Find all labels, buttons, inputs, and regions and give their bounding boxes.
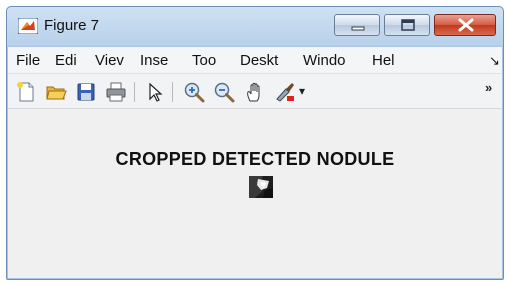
print-icon[interactable]: [105, 81, 127, 103]
toolbar: ▾ »: [8, 74, 502, 109]
menu-help[interactable]: Hel: [372, 52, 395, 69]
toolbar-separator: [134, 82, 135, 102]
menu-bar: File Edi Viev Inse Too Deskt Windo Hel ↘: [8, 47, 502, 74]
figure-canvas: CROPPED DETECTED NODULE: [8, 109, 502, 278]
open-file-icon[interactable]: [45, 81, 67, 103]
chevron-down-icon[interactable]: ▾: [299, 84, 305, 98]
minimize-icon: [351, 26, 365, 31]
menu-view[interactable]: Viev: [95, 52, 124, 69]
menu-insert[interactable]: Inse: [140, 52, 168, 69]
menu-overflow-icon[interactable]: ↘: [489, 53, 500, 69]
close-button[interactable]: [434, 14, 496, 36]
menu-window[interactable]: Windo: [303, 52, 346, 69]
nodule-image: [249, 176, 273, 198]
figure-window: Figure 7 File Edi Viev Inse Too Deskt Wi…: [6, 6, 504, 280]
menu-tools[interactable]: Too: [192, 52, 216, 69]
close-icon: [458, 18, 474, 32]
maximize-icon: [401, 19, 415, 31]
figure-title: CROPPED DETECTED NODULE: [115, 149, 395, 169]
menu-file[interactable]: File: [16, 52, 40, 69]
toolbar-overflow-icon[interactable]: »: [485, 80, 492, 95]
new-figure-icon[interactable]: [15, 81, 37, 103]
pan-hand-icon[interactable]: [244, 81, 266, 103]
window-title: Figure 7: [44, 17, 100, 34]
menu-edit[interactable]: Edi: [55, 52, 77, 69]
menu-desktop[interactable]: Deskt: [240, 52, 278, 69]
minimize-button[interactable]: [334, 14, 380, 36]
pointer-icon[interactable]: [144, 81, 166, 103]
matlab-icon: [18, 18, 38, 34]
zoom-out-icon[interactable]: [213, 81, 235, 103]
title-bar[interactable]: Figure 7: [7, 7, 503, 45]
data-cursor-brush-icon[interactable]: [274, 81, 296, 103]
zoom-in-icon[interactable]: [183, 81, 205, 103]
toolbar-separator: [172, 82, 173, 102]
maximize-button[interactable]: [384, 14, 430, 36]
save-icon[interactable]: [75, 81, 97, 103]
